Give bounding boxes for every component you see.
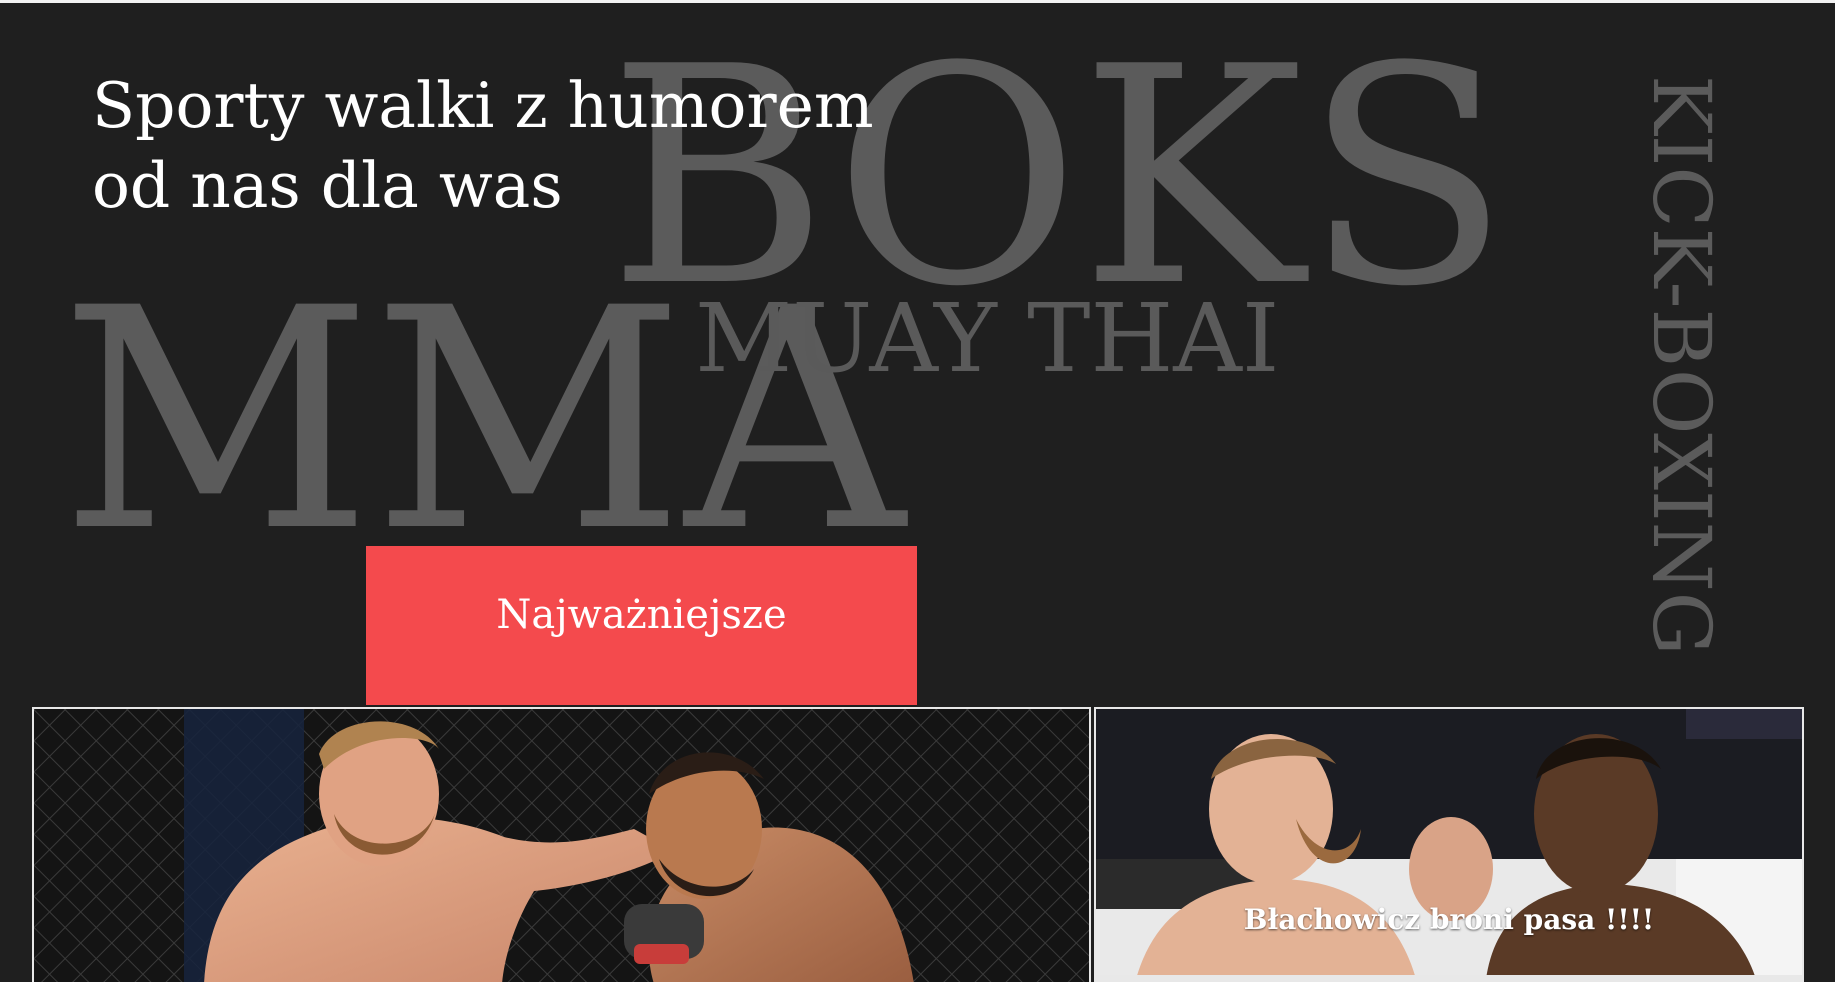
hero-title: Sporty walki z humorem od nas dla was <box>92 66 874 226</box>
hero-title-line-1: Sporty walki z humorem <box>92 69 874 142</box>
article-photo-side[interactable]: Błachowicz broni pasa !!!! <box>1094 707 1804 977</box>
article-photo-main[interactable] <box>32 707 1091 982</box>
fighter-punch-photo <box>34 709 1089 982</box>
weigh-in-faceoff-photo <box>1096 709 1802 975</box>
background-word-muay-thai: MUAY THAI <box>695 284 1280 394</box>
article-caption: Błachowicz broni pasa !!!! <box>1243 903 1655 936</box>
hero-title-line-2: od nas dla was <box>92 149 563 222</box>
photo-bottom-border <box>1094 977 1804 982</box>
najwazniejsze-button[interactable]: Najważniejsze <box>366 546 917 705</box>
background-word-kick-boxing: KICK-BOXING <box>1635 75 1728 656</box>
